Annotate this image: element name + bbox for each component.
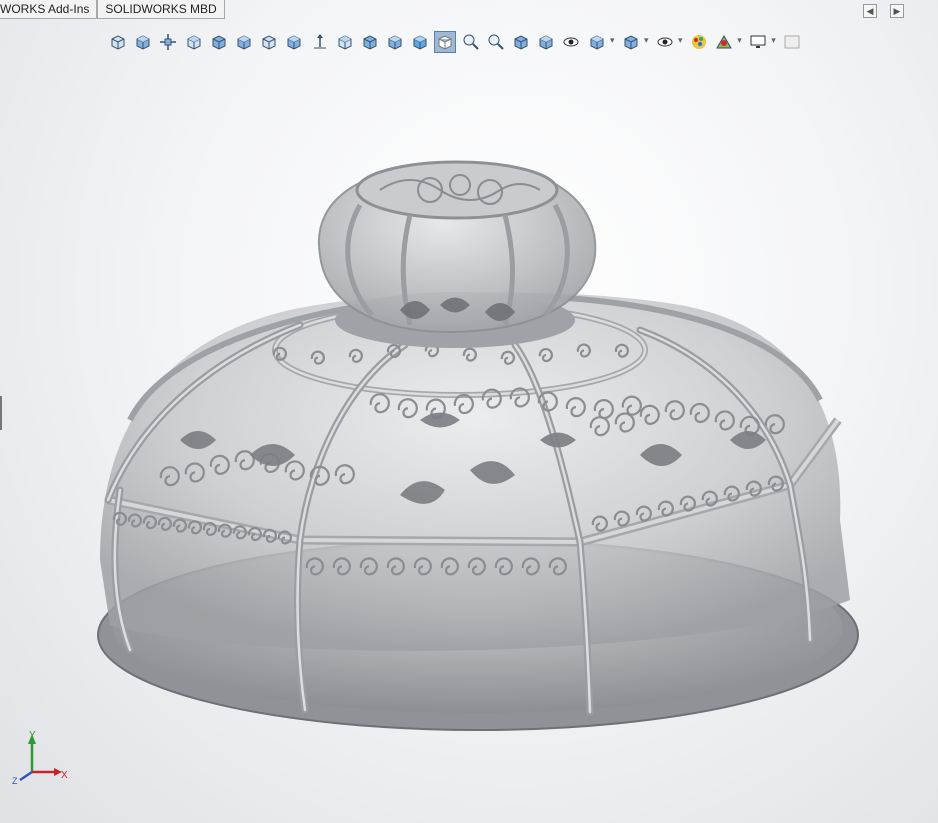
hide-show-items-icon[interactable] — [654, 31, 683, 53]
dynamic-annotation-icon[interactable] — [560, 31, 582, 53]
panel-back-button[interactable]: ◀ — [863, 4, 877, 18]
bottom-view-icon[interactable] — [258, 31, 280, 53]
heads-up-view-toolbar — [107, 29, 806, 55]
normal-to-icon[interactable] — [309, 31, 331, 53]
back-view-icon[interactable] — [132, 31, 154, 53]
zoom-to-fit-icon[interactable] — [157, 31, 179, 53]
dimetric-view-icon[interactable] — [359, 31, 381, 53]
coordinate-triad: Y X Z — [12, 730, 68, 786]
zoom-in-out-icon[interactable] — [485, 31, 507, 53]
previous-view-icon[interactable] — [510, 31, 532, 53]
realview-icon[interactable] — [781, 31, 803, 53]
front-view-icon[interactable] — [107, 31, 129, 53]
section-view-icon[interactable] — [535, 31, 557, 53]
left-view-icon[interactable] — [183, 31, 205, 53]
triad-y-label: Y — [29, 730, 36, 741]
wireframe-icon[interactable] — [434, 31, 457, 53]
trimetric-view-icon[interactable] — [334, 31, 356, 53]
triad-x-label: X — [61, 770, 68, 781]
top-view-icon[interactable] — [233, 31, 255, 53]
shaded-view-icon[interactable] — [384, 31, 406, 53]
triad-z-label: Z — [12, 776, 18, 786]
panel-forward-button[interactable]: ▶ — [890, 4, 904, 18]
tab-addins[interactable]: WORKS Add-Ins — [0, 0, 98, 19]
apply-scene-icon[interactable] — [713, 31, 742, 53]
shaded-with-edges-icon[interactable] — [409, 31, 431, 53]
display-style-icon[interactable] — [620, 31, 649, 53]
tab-mbd[interactable]: SOLIDWORKS MBD — [97, 0, 225, 19]
edit-appearance-icon[interactable] — [688, 31, 710, 53]
right-view-icon[interactable] — [208, 31, 230, 53]
gazebo-model[interactable] — [97, 160, 859, 731]
view-orientation-icon[interactable] — [586, 31, 615, 53]
isometric-view-icon[interactable] — [283, 31, 305, 53]
view-settings-icon[interactable] — [747, 31, 776, 53]
command-manager-tabs: WORKS Add-Ins SOLIDWORKS MBD — [0, 0, 225, 19]
graphics-area[interactable]: Y X Z — [0, 60, 938, 823]
zoom-to-area-icon[interactable] — [460, 31, 482, 53]
